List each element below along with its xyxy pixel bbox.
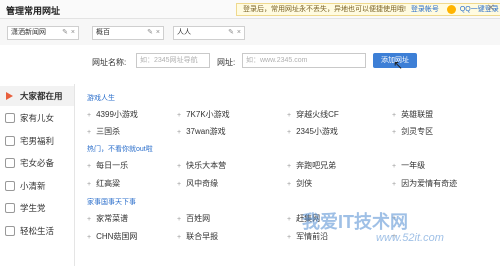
sidebar-item-otaku-men[interactable]: 宅男福利 [0,131,74,151]
sidebar-item-fresh[interactable]: 小清新 [0,176,74,196]
url-label: 网址: [217,58,236,67]
home-icon [5,226,15,236]
site-link[interactable]: +4399小游戏 [87,109,138,120]
pencil-icon[interactable]: ✎ [62,27,68,39]
plus-icon: + [287,129,292,136]
site-link[interactable]: +2345小游戏 [287,126,338,137]
site-link[interactable]: + 穿越火线CF [287,109,339,120]
site-link[interactable]: + 英雄联盟 [392,109,433,120]
notice-text: 登录后，常用网址永不丢失，异地也可以便捷使用哦! [243,6,406,13]
site-url-input[interactable]: 如：www.2345.com [242,53,366,68]
site-link[interactable]: + CHN菇国网 [87,231,137,242]
plus-icon: + [177,129,182,136]
gift-icon [5,136,15,146]
sidebar-item-label: 轻松生活 [20,226,55,236]
plus-icon: + [392,163,397,170]
site-link[interactable]: + 红高粱 [87,178,120,189]
plus-icon: + [177,181,182,188]
close-icon[interactable]: ✕ [487,3,495,14]
watermark-text: 我爱IT技术网 [302,212,408,232]
page-title: 管理常用网址 [6,6,61,16]
add-site-form: 网址名称: 如：2345网址导航 网址: 如：www.2345.com 添加网址 [0,45,500,83]
sidebar-item-label: 宅女必备 [20,158,55,168]
plus-icon: + [392,181,397,188]
qq-icon [446,4,456,14]
site-link[interactable]: + 三国杀 [87,126,120,137]
sidebar-item-family[interactable]: 家有儿女 [0,108,74,128]
delete-icon[interactable]: × [71,27,75,39]
family-icon [5,113,15,123]
sidebar-item-students[interactable]: 学生党 [0,198,74,218]
plus-icon: + [287,112,292,119]
plus-icon: + [87,181,92,188]
plus-icon: + [177,234,182,241]
site-link[interactable]: + 剑侠 [287,178,312,189]
site-link[interactable]: + 百姓网 [177,213,210,224]
saved-site-field[interactable]: 概百 ✎ × [92,26,164,40]
name-label: 网址名称: [92,58,127,67]
site-link[interactable]: +37wan游戏 [177,126,226,137]
watermark-url: www.52it.com [376,232,444,244]
saved-site-field[interactable]: 人人 ✎ × [173,26,245,40]
category-sidebar: 大家都在用 家有儿女 宅男福利 宅女必备 小清新 学生党 轻松生活 [0,84,75,266]
sidebar-item-label: 大家都在用 [20,91,63,101]
site-link[interactable]: + 风中奇缘 [177,178,218,189]
pencil-icon[interactable]: ✎ [147,27,153,39]
plus-icon: + [87,163,92,170]
saved-site-name: 概百 [96,29,110,36]
saved-site-field[interactable]: 潇洒新闻网 ✎ × [7,26,79,40]
sidebar-item-label: 家有儿女 [20,113,55,123]
plus-icon: + [392,129,397,136]
site-link[interactable]: + 每日一乐 [87,160,128,171]
site-link[interactable]: + 奔跑吧兄弟 [287,160,336,171]
saved-sites-row: 潇洒新闻网 ✎ × 概百 ✎ × 人人 ✎ × [0,19,500,45]
sidebar-item-label: 宅男福利 [20,136,55,146]
sidebar-item-label: 学生党 [20,203,46,213]
site-link[interactable]: + 一年级 [392,160,425,171]
mouse-cursor-icon: ↖ [393,58,404,72]
section-title: 游戏人生 [87,95,115,102]
plus-icon: + [287,234,292,241]
sidebar-item-easy-life[interactable]: 轻松生活 [0,221,74,241]
leaf-icon [5,181,15,191]
plus-icon: + [87,234,92,241]
site-name-input[interactable]: 如：2345网址导航 [136,53,210,68]
heart-icon [5,158,15,168]
section-title: 家事国事天下事 [87,199,136,206]
saved-site-name: 潇洒新闻网 [11,29,46,36]
delete-icon[interactable]: × [237,27,241,39]
site-link[interactable]: + 快乐大本营 [177,160,226,171]
plus-icon: + [177,216,182,223]
plus-icon: + [87,129,92,136]
saved-site-name: 人人 [177,29,191,36]
book-icon [5,203,15,213]
site-link[interactable]: + 因为爱情有奇迹 [392,178,457,189]
top-bar: 管理常用网址 登录后，常用网址永不丢失，异地也可以便捷使用哦! 登录帐号 QQ一… [0,0,500,19]
login-link[interactable]: 登录帐号 [411,6,439,13]
plus-icon: + [177,112,182,119]
site-link[interactable]: + 联合早报 [177,231,218,242]
arrow-right-icon [5,91,15,101]
section-title: 热门，不看你就out啦 [87,146,153,153]
site-link[interactable]: + 剑灵专区 [392,126,433,137]
plus-icon: + [87,112,92,119]
pencil-icon[interactable]: ✎ [228,27,234,39]
plus-icon: + [287,163,292,170]
site-link[interactable]: + 家常菜谱 [87,213,128,224]
site-link[interactable]: +7K7K小游戏 [177,109,230,120]
plus-icon: + [87,216,92,223]
sidebar-item-otaku-women[interactable]: 宅女必备 [0,153,74,173]
plus-icon: + [177,163,182,170]
plus-icon: + [287,216,292,223]
plus-icon: + [392,112,397,119]
plus-icon: + [287,181,292,188]
login-notice: 登录后，常用网址永不丢失，异地也可以便捷使用哦! 登录帐号 QQ一键登录 [236,3,500,16]
delete-icon[interactable]: × [156,27,160,39]
sidebar-item-popular[interactable]: 大家都在用 [0,86,74,106]
sidebar-item-label: 小清新 [20,181,46,191]
